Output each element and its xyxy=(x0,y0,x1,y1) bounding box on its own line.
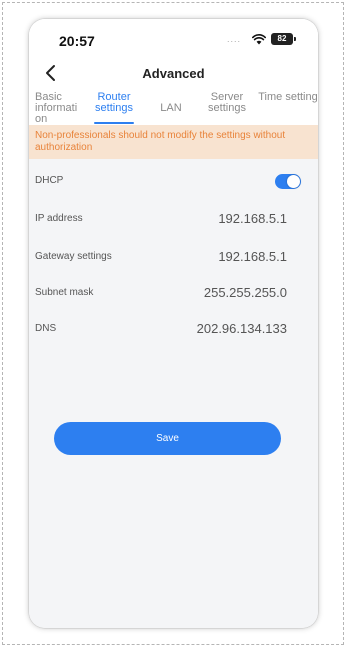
gateway-row[interactable]: Gateway settings 192.168.5.1 xyxy=(29,240,318,274)
nav-bar: Advanced xyxy=(29,59,318,89)
status-time: 20:57 xyxy=(59,33,95,49)
tab-time-setting[interactable]: Time setting xyxy=(258,92,318,124)
ip-address-value[interactable]: 192.168.5.1 xyxy=(218,211,287,226)
dns-label: DNS xyxy=(35,323,57,334)
app-content: 20:57 .... 82 Advanced Basic informati o… xyxy=(29,19,318,628)
page-title: Advanced xyxy=(142,66,205,81)
tab-bar: Basic informati on Router settings LAN S… xyxy=(29,89,318,125)
dhcp-row: DHCP xyxy=(29,164,318,198)
dns-value[interactable]: 202.96.134.133 xyxy=(197,321,287,336)
dns-row[interactable]: DNS 202.96.134.133 xyxy=(29,312,318,346)
tab-server-settings[interactable]: Server settings xyxy=(200,92,254,124)
ip-address-row[interactable]: IP address 192.168.5.1 xyxy=(29,202,318,236)
toggle-knob xyxy=(287,175,300,188)
tab-lan[interactable]: LAN xyxy=(155,103,187,125)
wifi-icon xyxy=(252,34,266,45)
ip-address-label: IP address xyxy=(35,213,83,224)
signal-dots: .... xyxy=(227,34,242,44)
subnet-mask-row[interactable]: Subnet mask 255.255.255.0 xyxy=(29,276,318,310)
dhcp-toggle[interactable] xyxy=(275,174,301,189)
gateway-value[interactable]: 192.168.5.1 xyxy=(218,249,287,264)
save-button[interactable]: Save xyxy=(54,422,281,455)
subnet-mask-label: Subnet mask xyxy=(35,287,94,298)
warning-banner: Non-professionals should not modify the … xyxy=(29,125,318,159)
phone-screen: 20:57 .... 82 Advanced Basic informati o… xyxy=(29,19,318,628)
tab-router-settings[interactable]: Router settings xyxy=(88,92,140,124)
subnet-mask-value[interactable]: 255.255.255.0 xyxy=(204,285,287,300)
battery-icon: 82 xyxy=(271,33,296,45)
dhcp-label: DHCP xyxy=(35,175,64,186)
gateway-label: Gateway settings xyxy=(35,251,112,262)
status-bar: 20:57 .... 82 xyxy=(29,19,318,59)
tab-basic-information[interactable]: Basic informati on xyxy=(35,92,81,124)
